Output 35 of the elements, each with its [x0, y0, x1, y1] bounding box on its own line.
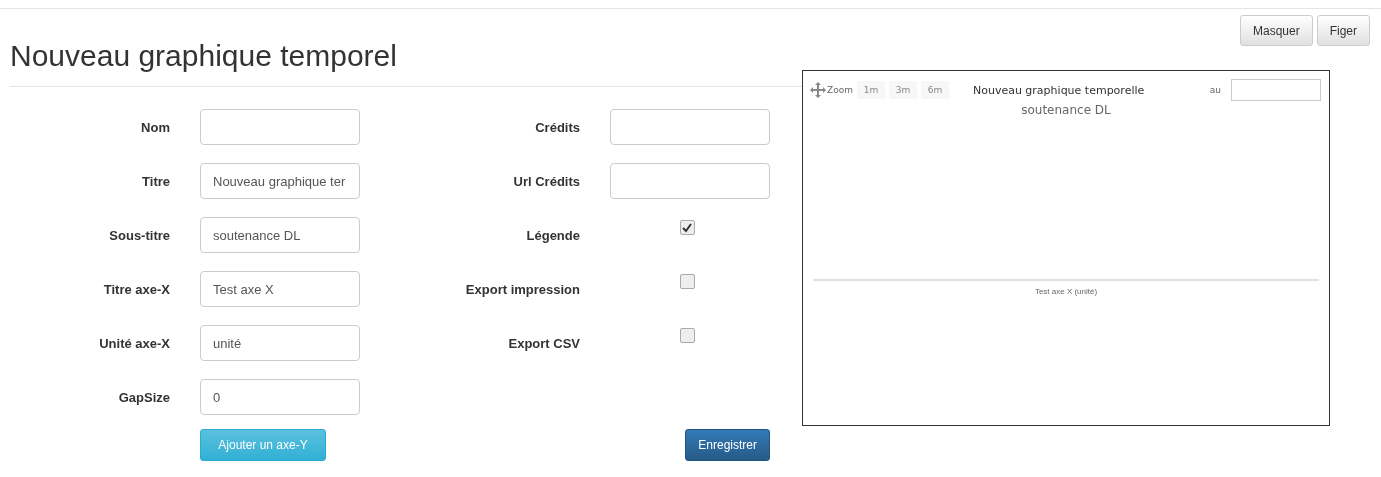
input-field[interactable]: [610, 163, 770, 199]
input-field[interactable]: [200, 109, 360, 145]
input-field[interactable]: Nouveau graphique ter: [200, 163, 360, 199]
zoom-label: Zoom: [827, 85, 853, 95]
chart-title: Nouveau graphique temporelle: [972, 83, 1145, 97]
field-label: Url Crédits: [512, 173, 580, 189]
zoom-button[interactable]: 3m: [888, 81, 917, 99]
checkbox[interactable]: [679, 328, 695, 343]
field-label: Crédits: [534, 119, 580, 135]
date-to-label: au: [1209, 85, 1221, 95]
zoom-button[interactable]: 6m: [920, 81, 949, 99]
input-field[interactable]: 0: [200, 379, 360, 415]
input-field[interactable]: [610, 109, 770, 145]
date-input[interactable]: [1231, 79, 1321, 101]
field-label: Nom: [140, 119, 170, 135]
field-label: Légende: [525, 227, 580, 243]
field-label: Titre: [141, 173, 170, 189]
field-label: Export impression: [464, 281, 580, 297]
save-button[interactable]: Enregistrer: [685, 429, 770, 461]
page-title: Nouveau graphique temporel: [10, 39, 398, 73]
field-label: Titre axe-X: [102, 281, 170, 297]
toolbar-button[interactable]: Masquer: [1239, 15, 1313, 46]
axis-title: Test axe X (unité): [1033, 287, 1099, 296]
field-label: Sous-titre: [108, 227, 170, 243]
field-label: GapSize: [117, 389, 170, 405]
input-field[interactable]: unité: [200, 325, 360, 361]
field-label: Export CSV: [507, 335, 580, 351]
field-label: Unité axe-X: [98, 335, 170, 351]
input-field[interactable]: soutenance DL: [200, 217, 360, 253]
toolbar-button[interactable]: Figer: [1316, 15, 1370, 46]
input-field[interactable]: Test axe X: [200, 271, 360, 307]
chart-subtitle: soutenance DL: [1020, 103, 1112, 117]
checkbox[interactable]: [679, 274, 695, 289]
move-icon[interactable]: [809, 81, 827, 99]
checkbox[interactable]: [679, 220, 695, 235]
